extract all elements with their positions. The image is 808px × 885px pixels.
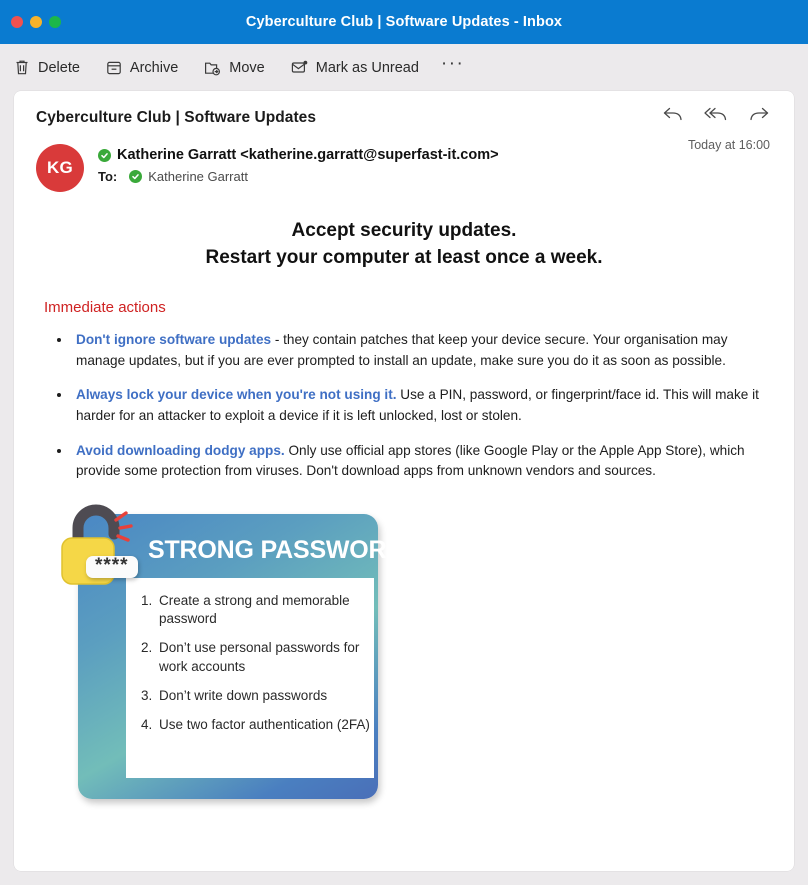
reply-icon[interactable]: [662, 106, 684, 127]
window-controls: [0, 16, 61, 28]
archive-label: Archive: [129, 59, 179, 76]
more-options-button[interactable]: ···: [441, 54, 464, 76]
banner-heading: Accept security updates. Restart your co…: [36, 218, 772, 272]
bullet-lead: Don't ignore software updates: [76, 331, 272, 347]
to-label: To:: [98, 169, 118, 184]
list-item: Don't ignore software updates - they con…: [72, 330, 772, 371]
window-titlebar: Cyberculture Club | Software Updates - I…: [0, 0, 808, 44]
avatar: KG: [36, 144, 84, 192]
forward-icon[interactable]: [748, 106, 770, 127]
banner-line-2: Restart your computer at least once a we…: [205, 246, 603, 268]
list-item: Use two factor authentication (2FA): [156, 716, 374, 734]
recipient-line: To: Katherine Garratt: [98, 169, 499, 184]
close-button[interactable]: [11, 16, 23, 28]
move-label: Move: [229, 59, 265, 76]
infographic-tip-list: Create a strong and memorable password D…: [156, 592, 374, 734]
move-button[interactable]: Move: [204, 59, 265, 76]
email-actions: [662, 106, 770, 127]
mail-toolbar: Delete Archive Move Mark as Unread ···: [0, 44, 808, 91]
list-item: Always lock your device when you're not …: [72, 385, 772, 426]
action-list: Don't ignore software updates - they con…: [72, 330, 772, 482]
strong-passwords-infographic: STRONG PASSWORDS Create a strong and mem…: [58, 498, 421, 803]
reply-all-icon[interactable]: [704, 106, 728, 127]
bullet-lead: Avoid downloading dodgy apps.: [76, 442, 285, 458]
mark-as-unread-button[interactable]: Mark as Unread: [291, 60, 419, 76]
sender-line: Katherine Garratt <katherine.garratt@sup…: [98, 147, 499, 163]
password-mask-badge: ****: [86, 555, 138, 578]
email-body: Accept security updates. Restart your co…: [14, 218, 794, 803]
trash-icon: [14, 59, 30, 76]
maximize-button[interactable]: [49, 16, 61, 28]
delete-button[interactable]: Delete: [14, 59, 80, 76]
sender-row: KG Katherine Garratt <katherine.garratt@…: [36, 144, 772, 192]
archive-button[interactable]: Archive: [106, 60, 178, 76]
open-padlock-icon: [58, 498, 168, 603]
delete-label: Delete: [38, 59, 80, 76]
email-timestamp: Today at 16:00: [687, 138, 770, 152]
sender-name-address: Katherine Garratt <katherine.garratt@sup…: [117, 147, 499, 163]
list-item: Avoid downloading dodgy apps. Only use o…: [72, 441, 772, 482]
list-item: Create a strong and memorable password: [156, 592, 374, 628]
bullet-lead: Always lock your device when you're not …: [76, 387, 397, 403]
infographic-title: STRONG PASSWORDS: [148, 535, 421, 564]
infographic-tip-panel: Create a strong and memorable password D…: [126, 577, 374, 778]
window-title: Cyberculture Club | Software Updates - I…: [245, 14, 563, 30]
archive-icon: [106, 60, 122, 76]
move-folder-icon: [204, 60, 221, 76]
verified-badge-icon: [98, 148, 111, 162]
mark-as-unread-label: Mark as Unread: [315, 59, 419, 76]
section-title: Immediate actions: [44, 298, 166, 316]
envelope-unread-icon: [291, 60, 308, 75]
mail-reading-pane: Cyberculture Club | Software Updates Tod…: [14, 91, 794, 871]
list-item: Don’t use personal passwords for work ac…: [156, 639, 374, 675]
recipient-verified-badge-icon: [129, 170, 143, 183]
minimize-button[interactable]: [30, 16, 42, 28]
list-item: Don’t write down passwords: [156, 687, 374, 705]
banner-line-1: Accept security updates.: [291, 220, 517, 241]
recipient-name: Katherine Garratt: [148, 169, 248, 184]
email-header: Cyberculture Club | Software Updates Tod…: [14, 91, 794, 192]
sender-details: Katherine Garratt <katherine.garratt@sup…: [98, 144, 499, 184]
